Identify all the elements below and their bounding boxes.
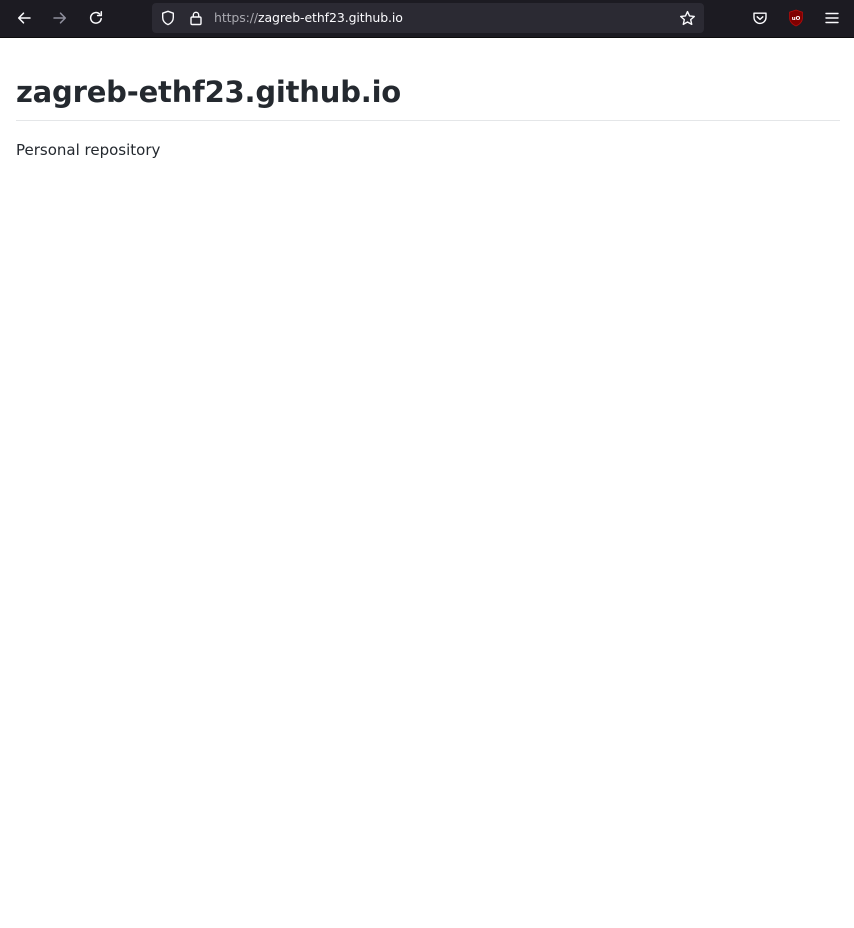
address-bar[interactable]: https://zagreb-ethf23.github.io <box>152 3 704 33</box>
bookmark-button[interactable] <box>678 9 696 27</box>
pocket-button[interactable] <box>746 4 774 32</box>
pocket-icon <box>753 12 767 25</box>
page-description: Personal repository <box>16 141 161 159</box>
back-arrow-icon <box>17 12 31 24</box>
reload-button[interactable] <box>82 4 110 32</box>
forward-arrow-icon <box>53 12 67 24</box>
tracking-protection-shield-icon <box>162 10 174 26</box>
hamburger-menu-icon <box>825 12 839 24</box>
ublock-badge-text: uO <box>792 16 801 22</box>
site-security-button[interactable] <box>187 9 205 27</box>
tracking-protection-button[interactable] <box>159 9 177 27</box>
app-menu-button[interactable] <box>818 4 846 32</box>
url-host: zagreb-ethf23.github.io <box>258 10 403 25</box>
browser-toolbar: https://zagreb-ethf23.github.io uO <box>0 0 854 38</box>
url-text[interactable]: https://zagreb-ethf23.github.io <box>214 10 403 26</box>
star-icon <box>679 10 695 25</box>
ublock-origin-button[interactable]: uO <box>782 4 810 32</box>
forward-button[interactable] <box>46 4 74 32</box>
back-button[interactable] <box>10 4 38 32</box>
url-scheme: https:// <box>214 10 259 25</box>
reload-icon <box>89 11 103 24</box>
page-content: zagreb-ethf23.github.io Personal reposit… <box>16 38 840 161</box>
lock-icon <box>190 11 202 26</box>
ublock-origin-icon: uO <box>789 9 803 27</box>
page-title: zagreb-ethf23.github.io <box>16 38 840 121</box>
